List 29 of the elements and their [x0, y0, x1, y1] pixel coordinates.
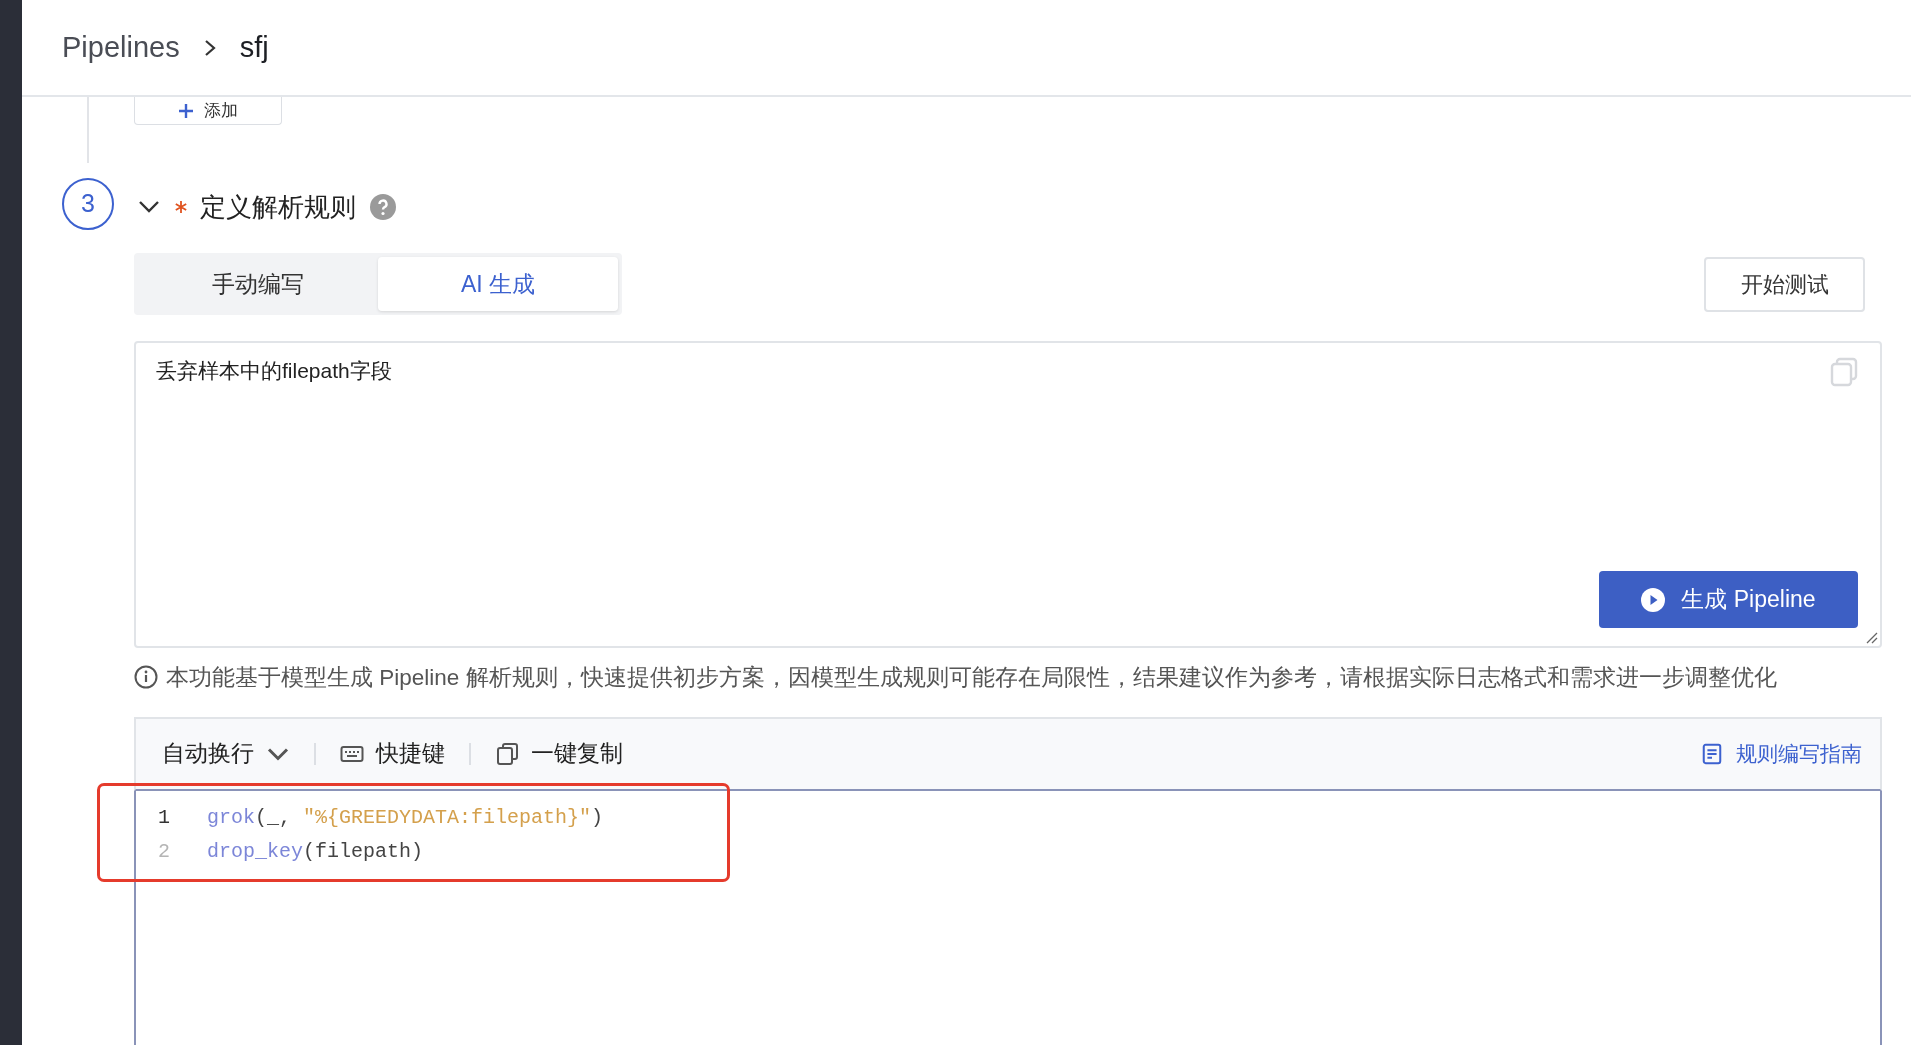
copy-icon [495, 743, 519, 765]
breadcrumb-link[interactable]: Pipelines [62, 25, 180, 70]
code-line: grok(_, "%{GREEDYDATA:filepath}") [207, 805, 604, 831]
breadcrumb-current: sfj [239, 29, 269, 65]
line-number: 2 [157, 839, 171, 865]
section-title: 定义解析规则 [200, 190, 356, 224]
keyboard-icon [340, 743, 364, 765]
resize-handle-icon[interactable] [1864, 630, 1878, 644]
play-icon [1641, 587, 1666, 612]
shortcuts-button[interactable]: 快捷键 [340, 737, 445, 771]
step-number: 3 [62, 178, 114, 230]
code-editor[interactable]: 1 grok(_, "%{GREEDYDATA:filepath}") 2 drop_key(filepath) [134, 791, 1882, 1045]
add-button[interactable]: 添加 [134, 97, 282, 125]
document-icon [1700, 743, 1724, 765]
start-test-button[interactable]: 开始测试 [1704, 256, 1865, 312]
mode-tab[interactable]: 手动编写 [138, 257, 378, 311]
notice-text: 本功能基于模型生成 Pipeline 解析规则，快速提供初步方案，因模型生成规则可能存在局限性，结果建议作为参考，请根据实际日志格式和需求进一步调整优化 [134, 662, 1882, 693]
copy-all-button[interactable]: 一键复制 [495, 737, 623, 771]
prompt-textarea[interactable]: 丢弃样本中的filepath字段 生成 Pipeline [134, 341, 1882, 648]
word-wrap-dropdown[interactable]: 自动换行 [162, 737, 290, 771]
info-icon [134, 665, 158, 689]
rule-guide-link[interactable]: 规则编写指南 [1700, 738, 1862, 770]
mode-tab[interactable]: AI 生成 [378, 257, 618, 311]
help-icon[interactable] [370, 194, 396, 220]
code-line: drop_key(filepath) [207, 839, 424, 865]
generate-pipeline-button[interactable]: 生成 Pipeline [1599, 571, 1858, 628]
chevron-down-icon[interactable] [138, 200, 160, 214]
line-number: 1 [157, 805, 171, 831]
plus-icon [178, 102, 194, 119]
